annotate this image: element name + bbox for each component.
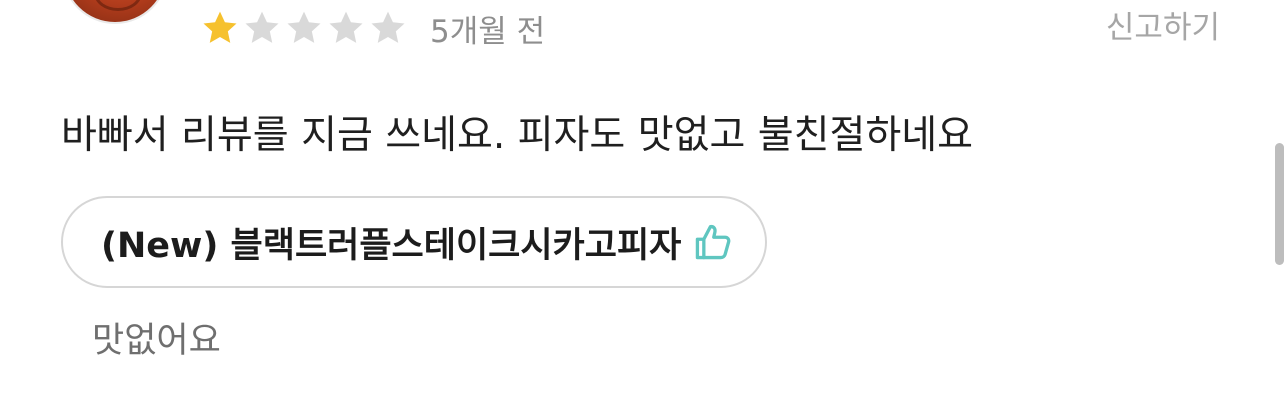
rating-row: 5개월 전: [200, 8, 546, 50]
review-text: 바빠서 리뷰를 지금 쓰네요. 피자도 맛없고 불친절하네요: [61, 113, 974, 158]
star-empty-icon: [329, 11, 363, 43]
star-empty-icon: [371, 11, 405, 43]
ordered-menu-chip[interactable]: (New) 블랙트러플스테이크시카고피자: [61, 196, 768, 288]
menu-item-name: (New) 블랙트러플스테이크시카고피자: [101, 225, 682, 266]
star-empty-icon: [245, 11, 279, 43]
report-button[interactable]: 신고하기: [1106, 8, 1220, 48]
scrollbar[interactable]: [1275, 143, 1284, 265]
thumbs-up-icon: [696, 224, 731, 260]
star-empty-icon: [287, 11, 321, 43]
star-rating: [200, 8, 408, 48]
star-filled-icon: [203, 11, 237, 43]
reviewer-avatar: [64, 0, 166, 22]
menu-item-comment: 맛없어요: [92, 321, 221, 361]
review-date: 5개월 전: [430, 13, 546, 50]
